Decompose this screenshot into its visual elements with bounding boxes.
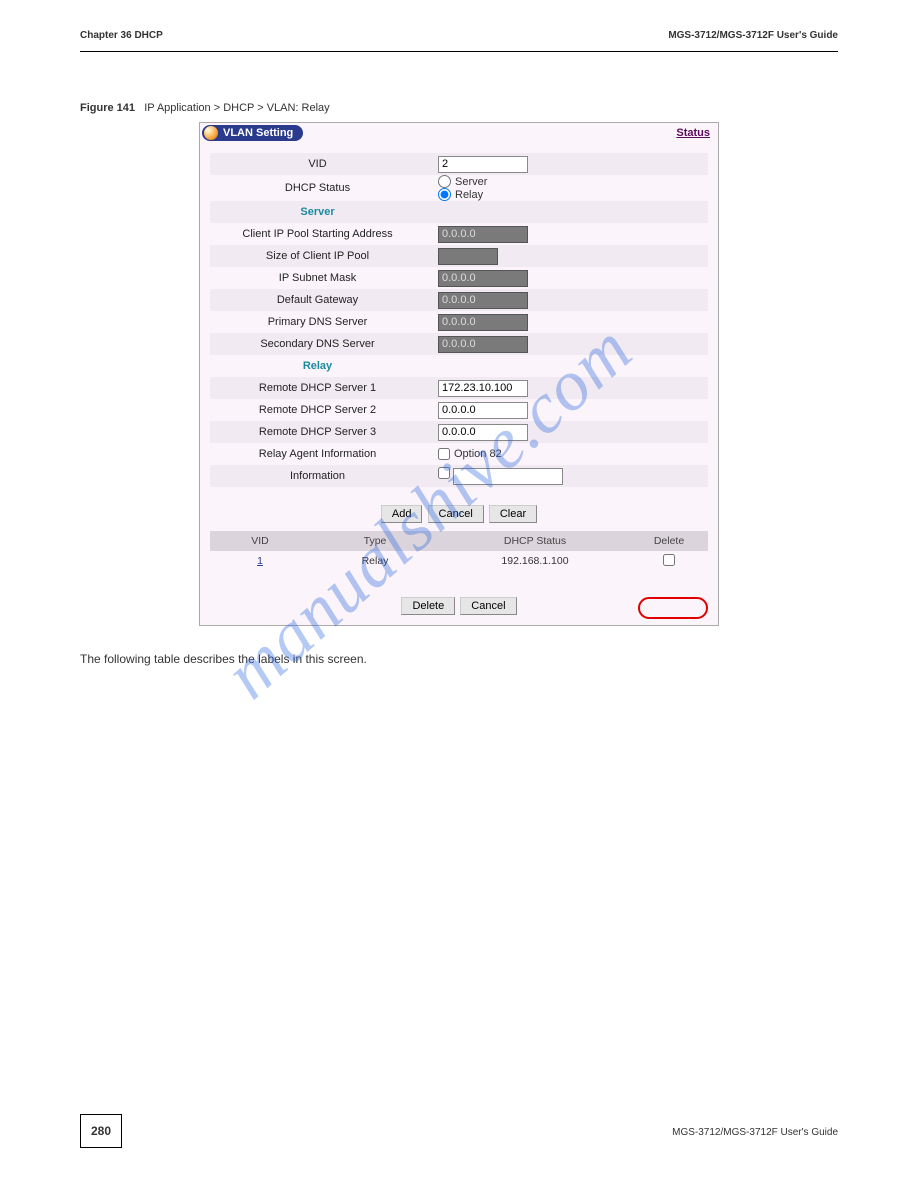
relay-agent-info-label: Relay Agent Information <box>210 448 435 460</box>
relay-srv2-label: Remote DHCP Server 2 <box>210 404 435 416</box>
dhcp-status-relay-text: Relay <box>455 189 483 201</box>
orb-icon <box>204 126 218 140</box>
th-type: Type <box>310 535 440 547</box>
th-delete: Delete <box>630 535 708 547</box>
pool-size-label: Size of Client IP Pool <box>210 250 435 262</box>
server-section-head: Server <box>300 206 334 218</box>
figure-label: Figure 141 <box>80 102 135 114</box>
relay-section-head: Relay <box>303 360 332 372</box>
default-gw-input <box>438 292 528 309</box>
client-ip-start-input <box>438 226 528 243</box>
pool-size-input <box>438 248 498 265</box>
option82-checkbox[interactable] <box>438 448 450 460</box>
body-text: The following table describes the labels… <box>80 651 838 668</box>
footer-right: MGS-3712/MGS-3712F User's Guide <box>672 1127 838 1138</box>
cancel-bottom-button[interactable]: Cancel <box>460 597 516 615</box>
add-button[interactable]: Add <box>381 505 423 523</box>
table-header: VID Type DHCP Status Delete <box>210 531 708 551</box>
page-number: 280 <box>80 1114 122 1148</box>
relay-srv1-label: Remote DHCP Server 1 <box>210 382 435 394</box>
subnet-mask-label: IP Subnet Mask <box>210 272 435 284</box>
th-vid: VID <box>210 535 310 547</box>
cancel-top-button[interactable]: Cancel <box>428 505 484 523</box>
secondary-dns-label: Secondary DNS Server <box>210 338 435 350</box>
information-input[interactable] <box>453 468 563 485</box>
status-link[interactable]: Status <box>676 127 710 139</box>
information-checkbox[interactable] <box>438 467 450 479</box>
row-vid-link[interactable]: 1 <box>257 555 263 567</box>
relay-srv2-input[interactable] <box>438 402 528 419</box>
table-row: 1 Relay 192.168.1.100 <box>210 551 708 571</box>
row-delete-checkbox[interactable] <box>663 554 675 566</box>
vid-label: VID <box>210 158 435 170</box>
dhcp-status-relay-radio[interactable] <box>438 188 451 201</box>
header-left: Chapter 36 DHCP <box>80 30 163 41</box>
panel-title: VLAN Setting <box>223 127 293 139</box>
default-gw-label: Default Gateway <box>210 294 435 306</box>
option82-text: Option 82 <box>454 448 502 460</box>
dhcp-status-label: DHCP Status <box>210 182 435 194</box>
relay-srv1-input[interactable] <box>438 380 528 397</box>
vlan-setting-panel: VLAN Setting Status VID DHCP Status Serv… <box>199 122 719 626</box>
figure-caption: Figure 141 IP Application > DHCP > VLAN:… <box>80 102 838 114</box>
secondary-dns-input <box>438 336 528 353</box>
header-rule <box>80 51 838 52</box>
header-right: MGS-3712/MGS-3712F User's Guide <box>668 30 838 41</box>
delete-button[interactable]: Delete <box>401 597 455 615</box>
subnet-mask-input <box>438 270 528 287</box>
relay-srv3-label: Remote DHCP Server 3 <box>210 426 435 438</box>
dhcp-status-server-radio[interactable] <box>438 175 451 188</box>
clear-button[interactable]: Clear <box>489 505 537 523</box>
red-oval-highlight <box>638 597 708 619</box>
figure-text: IP Application > DHCP > VLAN: Relay <box>144 102 329 114</box>
dhcp-status-server-text: Server <box>455 176 487 188</box>
vid-input[interactable] <box>438 156 528 173</box>
primary-dns-input <box>438 314 528 331</box>
primary-dns-label: Primary DNS Server <box>210 316 435 328</box>
th-status: DHCP Status <box>440 535 630 547</box>
relay-srv3-input[interactable] <box>438 424 528 441</box>
information-label: Information <box>210 470 435 482</box>
panel-title-badge: VLAN Setting <box>202 125 303 141</box>
row-type: Relay <box>310 555 440 567</box>
client-ip-start-label: Client IP Pool Starting Address <box>210 228 435 240</box>
row-status: 192.168.1.100 <box>440 555 630 567</box>
